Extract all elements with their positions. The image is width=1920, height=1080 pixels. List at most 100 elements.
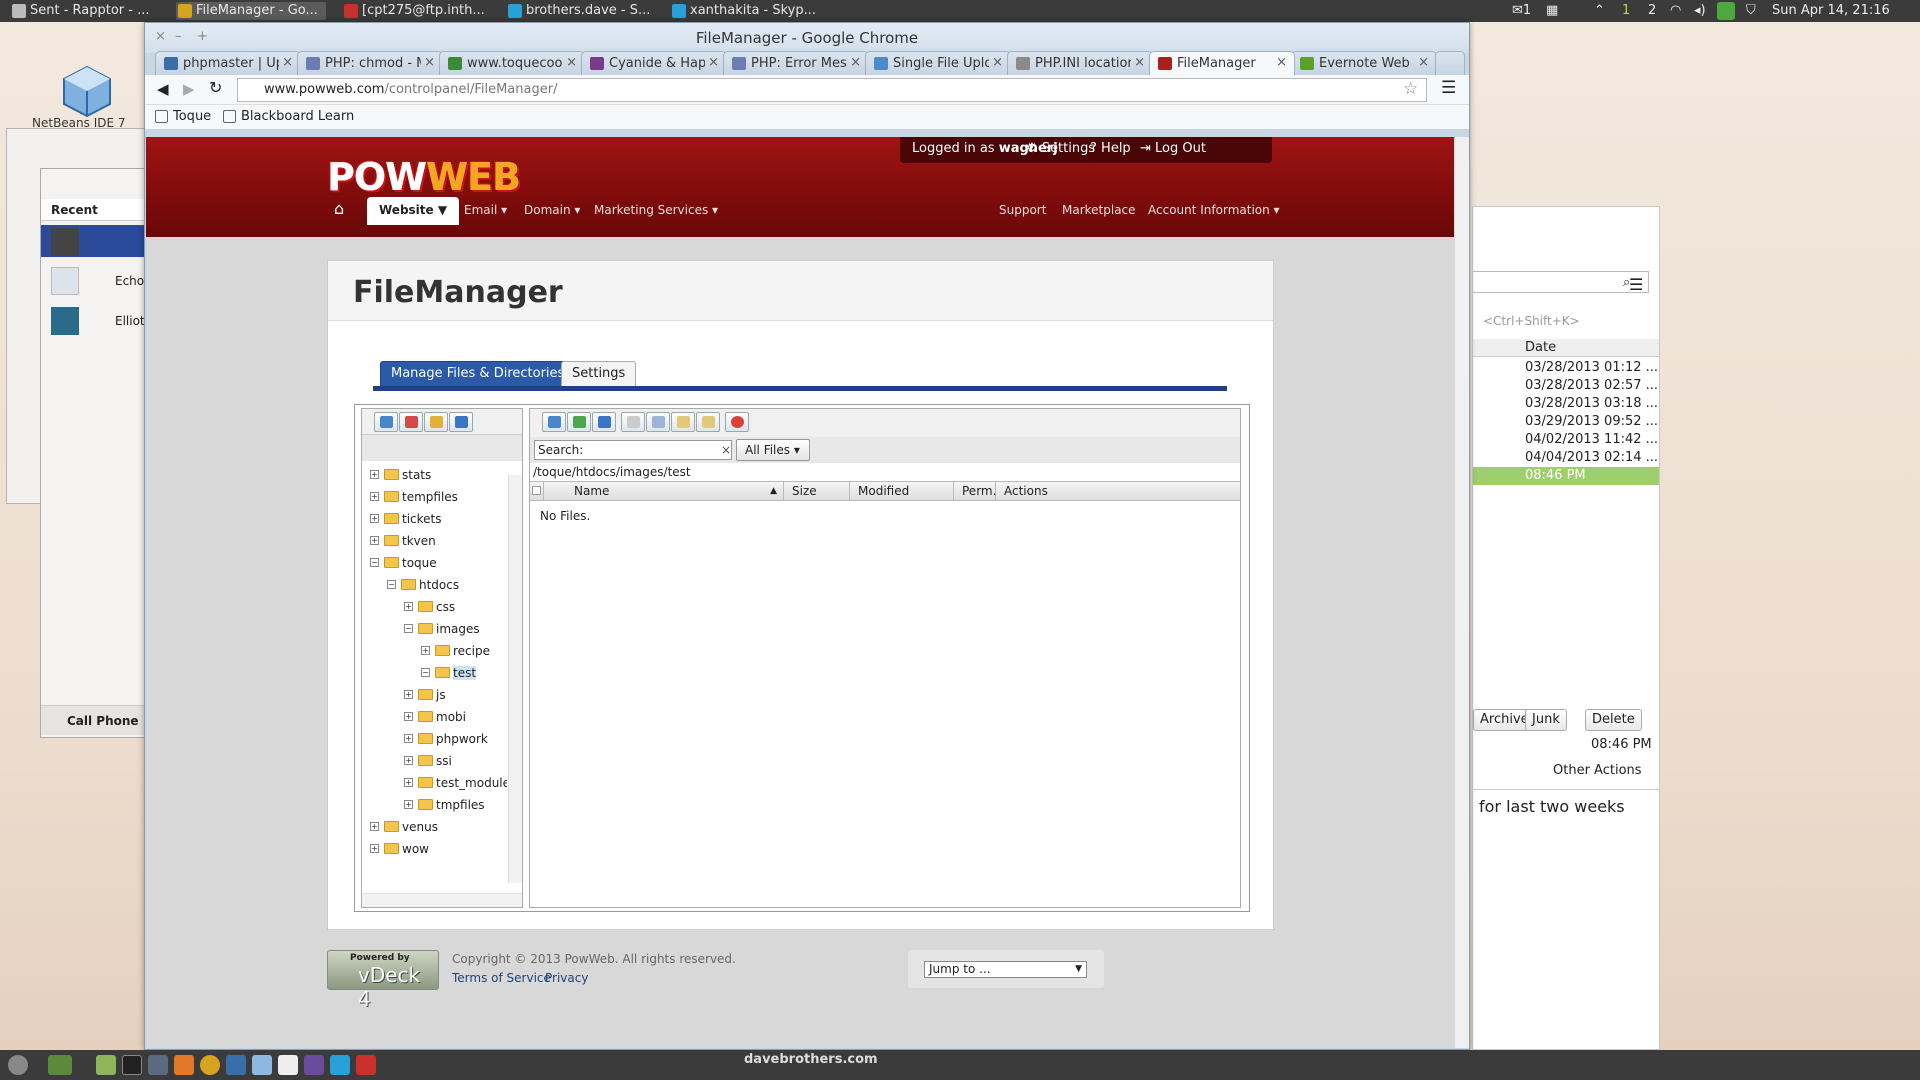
upload-button[interactable] — [567, 412, 591, 432]
tree-folder[interactable]: + js — [404, 686, 446, 704]
nav-marketing[interactable]: Marketing Services ▾ — [594, 203, 718, 217]
collapse-icon[interactable]: − — [421, 668, 430, 677]
volume-icon[interactable]: ◂) — [1694, 0, 1706, 22]
tree-folder[interactable]: + mobi — [404, 708, 466, 726]
collapse-icon[interactable]: − — [387, 580, 396, 589]
delete-button[interactable]: Delete — [1585, 709, 1642, 731]
address-bar[interactable]: www.powweb.com/controlpanel/FileManager/ — [237, 78, 1427, 102]
document-icon[interactable] — [278, 1055, 298, 1075]
close-icon[interactable]: × — [424, 55, 435, 70]
nav-website[interactable]: Website ▼ — [367, 197, 460, 225]
tree-folder[interactable]: + recipe — [421, 642, 490, 660]
expand-icon[interactable]: + — [370, 536, 379, 545]
message-row[interactable]: 04/04/2013 02:14 ... — [1473, 449, 1659, 467]
contact-row[interactable]: Elliot — [41, 307, 147, 337]
refresh-button[interactable] — [592, 412, 616, 432]
tree-horizontal-scrollbar[interactable] — [362, 893, 522, 907]
nav-support[interactable]: Support — [999, 203, 1046, 217]
privacy-link[interactable]: Privacy — [545, 971, 588, 985]
expand-icon[interactable]: + — [404, 756, 413, 765]
expand-icon[interactable]: + — [370, 514, 379, 523]
check-icon[interactable] — [1717, 2, 1735, 20]
expand-icon[interactable]: + — [370, 492, 379, 501]
screenshot-icon[interactable] — [148, 1055, 168, 1075]
tree-folder[interactable]: +test_modules — [404, 774, 507, 792]
tree-folder[interactable]: + tkven — [370, 532, 436, 550]
new-folder-button[interactable] — [374, 412, 398, 432]
close-icon[interactable]: × — [992, 55, 1003, 70]
column-perm[interactable]: Perm. — [954, 482, 996, 500]
new-file-button[interactable] — [621, 412, 645, 432]
message-row[interactable]: 03/28/2013 01:12 ... — [1473, 359, 1659, 377]
blackboard-icon[interactable] — [226, 1055, 246, 1075]
archive-button[interactable] — [696, 412, 720, 432]
close-icon[interactable]: × — [282, 55, 293, 70]
clock[interactable]: Sun Apr 14, 21:16 — [1772, 0, 1890, 22]
task-filezilla[interactable]: [cpt275@ftp.inth... — [342, 2, 492, 20]
help-link[interactable]: ? Help — [1090, 137, 1131, 161]
expand-icon[interactable]: + — [404, 602, 413, 611]
expand-icon[interactable]: + — [370, 844, 379, 853]
expand-icon[interactable]: + — [404, 800, 413, 809]
message-row-selected[interactable]: 08:46 PM — [1473, 467, 1659, 485]
bookmark-blackboard[interactable]: Blackboard Learn — [223, 109, 354, 124]
back-icon[interactable]: ◀ — [157, 80, 169, 98]
expand-icon[interactable]: + — [421, 646, 430, 655]
expand-icon[interactable]: + — [404, 712, 413, 721]
expand-icon[interactable]: + — [404, 778, 413, 787]
select-all-checkbox[interactable] — [530, 482, 544, 500]
terminal-icon[interactable] — [122, 1055, 142, 1075]
close-icon[interactable]: × — [1418, 55, 1429, 70]
close-icon[interactable]: × — [850, 55, 861, 70]
expand-icon[interactable]: + — [370, 822, 379, 831]
tab[interactable]: PHP: chmod - M × — [297, 51, 443, 75]
tab[interactable]: PHP.INI location × — [1007, 51, 1153, 75]
contact-row-selected[interactable] — [41, 225, 147, 257]
close-icon[interactable]: × — [1276, 55, 1287, 70]
close-icon[interactable]: × — [566, 55, 577, 70]
bookmark-toque[interactable]: Toque — [155, 109, 211, 124]
rename-folder-button[interactable] — [424, 412, 448, 432]
menu-icon[interactable]: ☰ — [1629, 275, 1643, 294]
tree-folder[interactable]: + stats — [370, 466, 431, 484]
workspace-1[interactable]: 1 — [1622, 0, 1630, 22]
quick-filter-input[interactable]: <Ctrl+Shift+K> — [1483, 314, 1580, 328]
search-input[interactable]: Search: × — [534, 440, 732, 460]
gear-icon[interactable] — [8, 1055, 28, 1075]
pidgin-icon[interactable] — [304, 1055, 324, 1075]
vdeck-badge[interactable]: Powered by vDeck 4 — [327, 950, 439, 1011]
firefox-icon[interactable] — [174, 1055, 194, 1075]
tree-folder[interactable]: + tempfiles — [370, 488, 458, 506]
tab-active[interactable]: FileManager × — [1149, 51, 1295, 75]
reload-icon[interactable]: ↻ — [209, 78, 222, 97]
tree-folder[interactable]: + ssi — [404, 752, 452, 770]
message-row[interactable]: 03/28/2013 03:18 ... — [1473, 395, 1659, 413]
task-skype-2[interactable]: xanthakita - Skyp... — [670, 2, 820, 20]
netbeans-icon[interactable] — [252, 1055, 272, 1075]
tree-folder[interactable]: + phpwork — [404, 730, 488, 748]
tab[interactable]: Single File Uplo × — [865, 51, 1011, 75]
expand-icon[interactable]: + — [370, 470, 379, 479]
tree-folder[interactable]: − images — [404, 620, 480, 638]
chat-indicator[interactable]: ✉1 — [1512, 0, 1531, 22]
expand-icon[interactable]: + — [404, 690, 413, 699]
task-skype-1[interactable]: brothers.dave - S... — [506, 2, 656, 20]
tree-folder[interactable]: + css — [404, 598, 455, 616]
nav-account[interactable]: Account Information ▾ — [1148, 203, 1280, 217]
tab-settings[interactable]: Settings — [561, 361, 637, 387]
column-name[interactable]: Name ▲ — [566, 482, 784, 500]
wifi-icon[interactable]: ◠ — [1670, 0, 1681, 22]
message-row[interactable]: 04/02/2013 11:42 ... — [1473, 431, 1659, 449]
logout-link[interactable]: ⇥ Log Out — [1140, 137, 1206, 161]
tree-folder[interactable]: + venus — [370, 818, 438, 836]
tab[interactable]: www.toquecooki × — [439, 51, 585, 75]
tab[interactable]: Evernote Web × — [1291, 51, 1437, 75]
refresh-tree-button[interactable] — [449, 412, 473, 432]
tab[interactable]: phpmaster | Up × — [155, 51, 301, 75]
nav-marketplace[interactable]: Marketplace — [1062, 203, 1136, 217]
forward-icon[interactable]: ▶ — [183, 80, 195, 98]
powweb-logo[interactable]: POWWEB — [327, 155, 521, 199]
terms-link[interactable]: Terms of Service — [452, 971, 551, 985]
shield-icon[interactable]: ⛉ — [1746, 0, 1756, 22]
calendar-icon[interactable]: ▦ — [1546, 0, 1558, 22]
